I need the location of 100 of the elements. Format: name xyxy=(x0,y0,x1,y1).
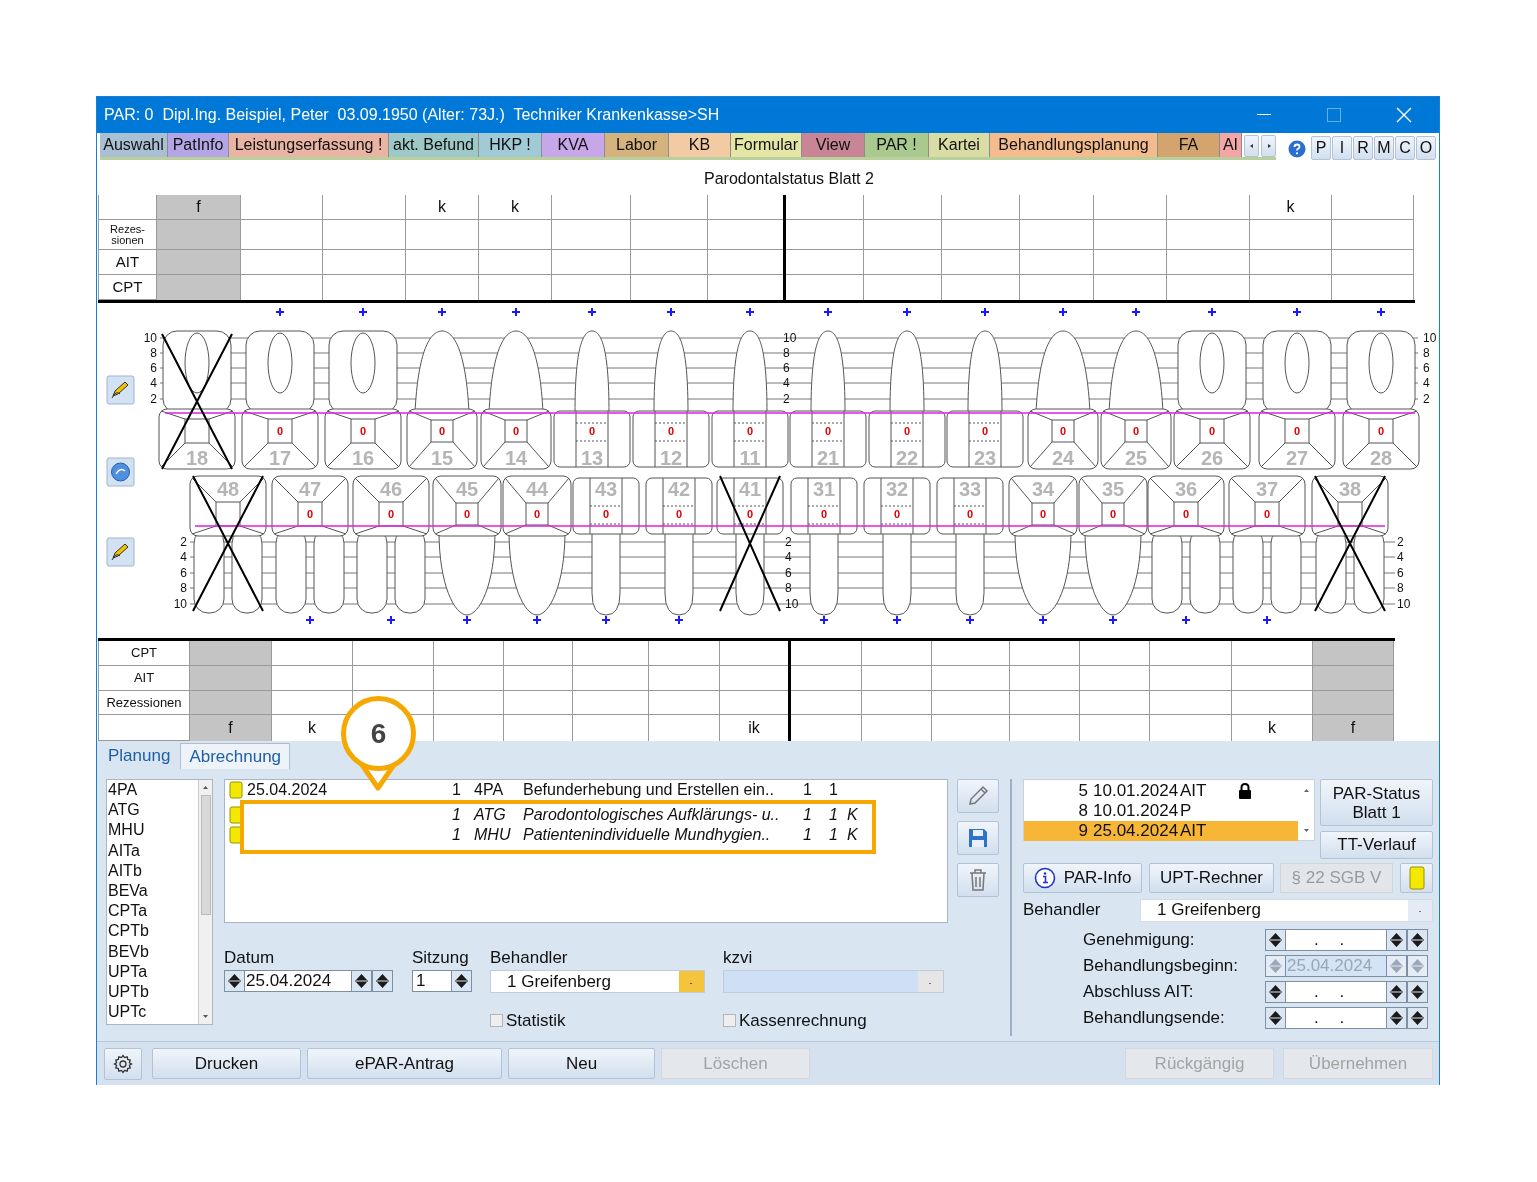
module-tab[interactable]: AI xyxy=(1220,133,1242,157)
scrollbar[interactable] xyxy=(198,780,212,1024)
checkbox[interactable] xyxy=(490,1014,503,1028)
module-tab[interactable]: PAR ! xyxy=(865,133,929,157)
plus-icon[interactable] xyxy=(386,615,396,625)
plus-icon[interactable] xyxy=(1058,307,1068,317)
date-field[interactable]: 25.04.2024 xyxy=(245,970,351,992)
service-row[interactable]: 1 MHU Patientenindividuelle Mundhygien.. 1 1 K xyxy=(225,825,947,845)
service-row[interactable]: 1 ATG Parodontologisches Aufklärungs- u.. 1 1 K xyxy=(225,805,947,825)
list-row[interactable]: 5 10.01.2024AIT xyxy=(1024,781,1298,801)
service-row[interactable]: 25.04.2024 1 4PA Befunderhebung und Erstellen ein.. 1 1 xyxy=(225,780,947,799)
plus-icon[interactable] xyxy=(1292,307,1302,317)
spinner-button[interactable] xyxy=(1386,980,1407,1003)
list-item[interactable]: UPTb xyxy=(107,981,198,1003)
spinner-button[interactable] xyxy=(451,970,472,992)
plus-icon[interactable] xyxy=(1131,307,1141,317)
dentist-dropdown[interactable]: 1 Greifenberg xyxy=(490,970,705,993)
plus-icon[interactable] xyxy=(275,307,285,317)
plus-icon[interactable] xyxy=(1181,615,1191,625)
toolbar-button[interactable]: O xyxy=(1416,136,1436,160)
module-tab[interactable]: KVA xyxy=(542,133,605,157)
plus-icon[interactable] xyxy=(1262,615,1272,625)
list-item[interactable]: MHU xyxy=(107,820,198,841)
edit-button[interactable] xyxy=(106,537,135,567)
spinner-button[interactable] xyxy=(1407,1006,1428,1029)
plus-icon[interactable] xyxy=(1207,307,1217,317)
list-item[interactable]: CPTb xyxy=(107,921,198,942)
chart-tool-button[interactable] xyxy=(106,457,135,487)
module-tab[interactable]: Leistungserfassung ! xyxy=(229,133,389,157)
plus-icon[interactable] xyxy=(601,615,611,625)
plus-icon[interactable] xyxy=(674,615,684,625)
plus-icon[interactable] xyxy=(965,615,975,625)
toolbar-button[interactable]: P xyxy=(1311,136,1331,160)
checkbox[interactable] xyxy=(723,1014,736,1028)
plus-icon[interactable] xyxy=(1376,307,1386,317)
panel-tab[interactable]: Abrechnung xyxy=(180,743,291,769)
spinner-button[interactable] xyxy=(1407,928,1428,951)
date-field[interactable]: . . xyxy=(1286,1006,1386,1029)
spinner-button[interactable] xyxy=(1386,928,1407,951)
date-field[interactable]: . . xyxy=(1286,980,1386,1003)
list-item[interactable]: AITa xyxy=(107,840,198,861)
list-row[interactable]: 8 10.01.2024P xyxy=(1024,801,1298,821)
edit-button[interactable] xyxy=(106,375,135,405)
plus-icon[interactable] xyxy=(892,615,902,625)
plus-icon[interactable] xyxy=(819,615,829,625)
module-tab[interactable]: Behandlungsplanung xyxy=(990,133,1158,157)
settings-button[interactable] xyxy=(104,1047,142,1080)
plus-icon[interactable] xyxy=(511,307,521,317)
spinner-button[interactable] xyxy=(1407,980,1428,1003)
spinner-button[interactable] xyxy=(1265,1006,1286,1029)
panel-tab[interactable]: Planung xyxy=(100,743,179,769)
plus-icon[interactable] xyxy=(666,307,676,317)
edit-button[interactable] xyxy=(957,779,999,813)
spinner-button[interactable] xyxy=(1265,980,1286,1003)
plus-icon[interactable] xyxy=(358,307,368,317)
module-tab[interactable]: akt. Befund xyxy=(389,133,479,157)
plus-icon[interactable] xyxy=(305,615,315,625)
plus-icon[interactable] xyxy=(532,615,542,625)
list-row[interactable]: 9 25.04.2024AIT xyxy=(1024,821,1298,841)
module-tab[interactable]: PatInfo xyxy=(168,133,229,157)
spinner-button[interactable] xyxy=(1265,928,1286,951)
action-button[interactable]: Neu xyxy=(508,1048,655,1079)
spinner-button[interactable] xyxy=(351,970,372,992)
plus-icon[interactable] xyxy=(980,307,990,317)
plus-icon[interactable] xyxy=(745,307,755,317)
plus-icon[interactable] xyxy=(902,307,912,317)
list-item[interactable]: AITb xyxy=(107,860,198,881)
plus-icon[interactable] xyxy=(587,307,597,317)
action-button[interactable]: UPT-Rechner xyxy=(1149,863,1274,893)
spinner-button[interactable] xyxy=(224,970,245,992)
plus-icon[interactable] xyxy=(1108,615,1118,625)
list-item[interactable]: 4PA xyxy=(107,780,198,801)
module-tab[interactable]: Formular xyxy=(731,133,802,157)
toolbar-button[interactable]: C xyxy=(1395,136,1415,160)
delete-button[interactable] xyxy=(957,863,999,897)
plus-icon[interactable] xyxy=(1038,615,1048,625)
plus-icon[interactable] xyxy=(823,307,833,317)
module-tab[interactable]: Labor xyxy=(605,133,669,157)
list-item[interactable]: UPTa xyxy=(107,961,198,982)
date-field[interactable]: . . xyxy=(1286,928,1386,951)
toolbar-button[interactable]: I xyxy=(1332,136,1352,160)
list-item[interactable]: ATG xyxy=(107,800,198,821)
list-item[interactable]: UPTc xyxy=(107,1002,198,1023)
list-item[interactable]: CPTa xyxy=(107,901,198,922)
module-tab[interactable]: FA xyxy=(1158,133,1220,157)
save-button[interactable] xyxy=(957,821,999,855)
action-button[interactable]: ePAR-Antrag xyxy=(307,1048,502,1079)
toolbar-button[interactable]: M xyxy=(1374,136,1394,160)
help-icon[interactable] xyxy=(1288,140,1306,158)
action-button[interactable]: Drucken xyxy=(152,1048,301,1079)
dentist-dropdown[interactable]: 1 Greifenberg xyxy=(1140,898,1433,922)
module-tab[interactable]: Kartei xyxy=(929,133,990,157)
module-tab[interactable]: HKP ! xyxy=(479,133,542,157)
module-tab[interactable]: Auswahl xyxy=(100,133,168,157)
action-button[interactable]: PAR-Info xyxy=(1023,863,1142,893)
list-item[interactable]: BEVb xyxy=(107,941,198,962)
marker-button[interactable] xyxy=(1400,863,1433,893)
status-button[interactable]: PAR-Status Blatt 1 xyxy=(1320,779,1433,826)
scrollbar-thumb[interactable] xyxy=(200,795,211,915)
spinner-button[interactable] xyxy=(1386,1006,1407,1029)
